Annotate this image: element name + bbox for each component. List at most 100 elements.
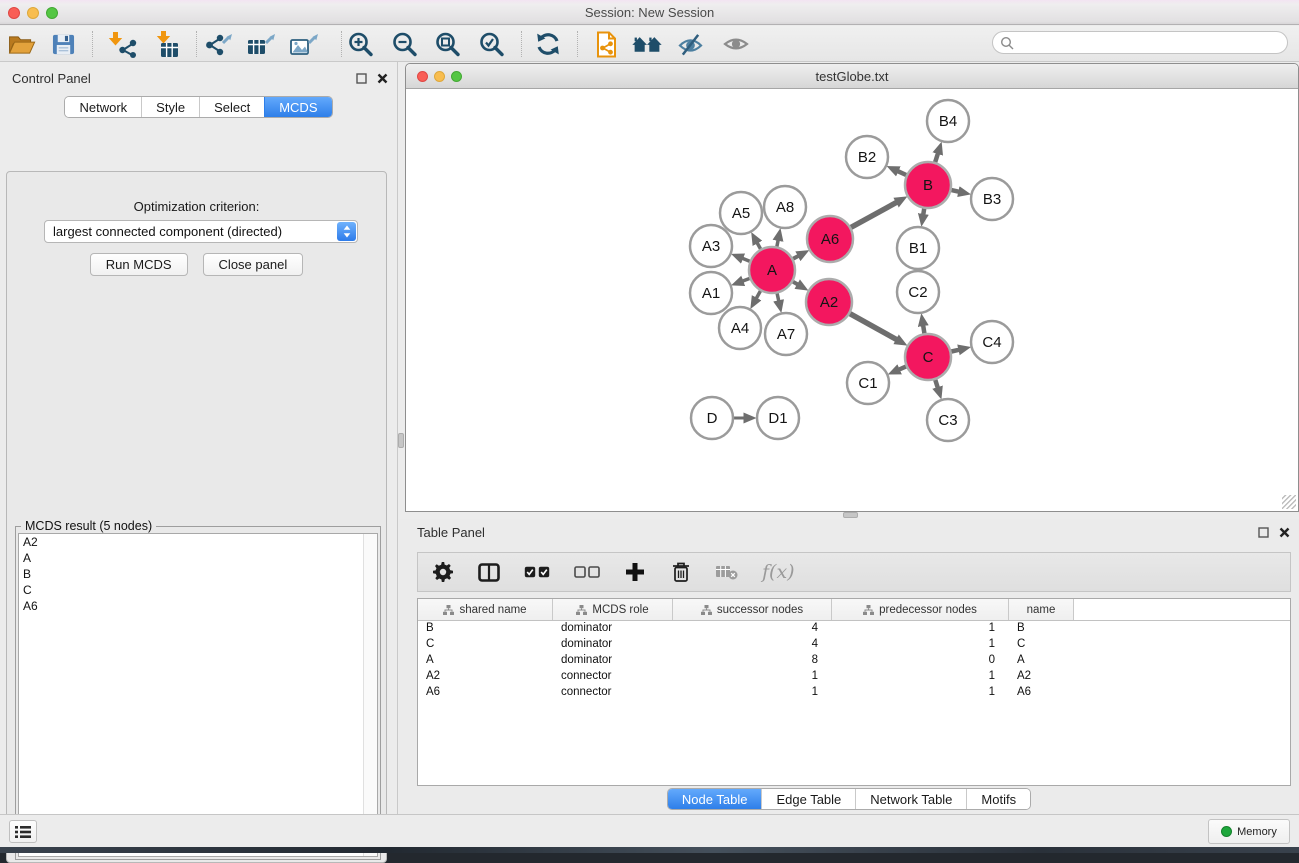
table-row[interactable]: Adominator80A (418, 653, 1290, 669)
run-mcds-button[interactable]: Run MCDS (90, 253, 188, 276)
task-history-button[interactable] (9, 820, 37, 843)
table-tab-network-table[interactable]: Network Table (855, 789, 966, 809)
graph-edge-C-C1[interactable] (899, 367, 906, 370)
graph-edge-B-B2[interactable] (898, 171, 906, 175)
graph-edge-A-A7[interactable] (777, 293, 779, 300)
mcds-result-item[interactable]: A2 (19, 534, 377, 550)
graph-edge-C-C3[interactable] (935, 380, 937, 388)
horizontal-splitter-grip[interactable] (843, 512, 858, 518)
graph-edge-A-A2[interactable] (793, 282, 798, 285)
graph-edge-B-B1[interactable] (923, 209, 924, 215)
graph-edge-B-B4[interactable] (935, 154, 938, 163)
column-header-successor-nodes[interactable]: successor nodes (673, 599, 832, 620)
hide-selected-button[interactable] (672, 28, 708, 60)
graph-edge-A-A3[interactable] (743, 258, 750, 261)
graph-edge-A2-C[interactable] (850, 314, 897, 340)
table-cell: dominator (553, 621, 673, 637)
show-all-button[interactable] (718, 28, 754, 60)
toolbar-separator (92, 31, 93, 57)
open-session-button[interactable] (4, 28, 40, 60)
column-header-MCDS-role[interactable]: MCDS role (553, 599, 673, 620)
export-image-button[interactable] (286, 28, 322, 60)
table-row[interactable]: A2connector11A2 (418, 669, 1290, 685)
delete-table-button[interactable] (716, 564, 738, 580)
graph-node-label-C1: C1 (858, 375, 877, 392)
table-row[interactable]: A6connector11A6 (418, 685, 1290, 701)
create-new-column-button[interactable] (624, 563, 646, 581)
table-tab-node-table[interactable]: Node Table (668, 789, 762, 809)
table-cell: connector (553, 669, 673, 685)
mcds-result-list[interactable]: A2ABCA6 (18, 533, 378, 857)
close-panel-icon[interactable] (376, 72, 389, 85)
vertical-splitter-grip[interactable] (398, 433, 404, 448)
control-tab-network[interactable]: Network (65, 97, 141, 117)
table-tab-edge-table[interactable]: Edge Table (761, 789, 855, 809)
graph-edge-A-A4[interactable] (756, 291, 760, 298)
table-options-button[interactable] (432, 562, 454, 582)
import-table-button[interactable] (148, 28, 184, 60)
column-header-predecessor-nodes[interactable]: predecessor nodes (832, 599, 1009, 620)
refresh-view-button[interactable] (530, 28, 566, 60)
first-neighbors-button[interactable] (629, 28, 665, 60)
import-network-button[interactable] (103, 28, 139, 60)
mcds-result-item[interactable]: A6 (19, 598, 377, 614)
control-tab-style[interactable]: Style (141, 97, 199, 117)
window-resize-grip[interactable] (1282, 495, 1296, 509)
control-tab-select[interactable]: Select (199, 97, 264, 117)
criterion-dropdown-value: largest connected component (directed) (53, 224, 282, 239)
show-column-button[interactable] (478, 563, 500, 582)
criterion-dropdown[interactable]: largest connected component (directed) (44, 220, 358, 243)
column-header-shared-name[interactable]: shared name (418, 599, 553, 620)
close-table-panel-icon[interactable] (1278, 526, 1291, 539)
graph-edge-A6-B[interactable] (851, 202, 897, 227)
graph-edge-A-A6[interactable] (793, 256, 798, 259)
memory-button[interactable]: Memory (1208, 819, 1290, 844)
table-cell: C (418, 637, 553, 653)
graph-node-label-C4: C4 (982, 334, 1001, 351)
search-input[interactable] (1018, 34, 1287, 51)
function-builder-button[interactable]: f(x) (762, 561, 795, 583)
export-network-button[interactable] (201, 28, 237, 60)
graph-node-label-A1: A1 (702, 285, 720, 302)
zoom-selected-button[interactable] (474, 28, 510, 60)
fx-icon: f(x) (762, 561, 795, 583)
open-folder-icon (7, 33, 37, 56)
graph-edge-C-C4[interactable] (951, 350, 959, 352)
export-table-button[interactable] (243, 28, 279, 60)
graph-edge-A-A1[interactable] (743, 279, 750, 282)
trash-icon (672, 562, 690, 582)
float-table-panel-icon[interactable] (1257, 526, 1270, 539)
network-canvas[interactable]: B4B2BB3A8A5A6A3B1AA1C2A2A4A7C4CC1C3DD1 (407, 89, 1297, 510)
column-header-name[interactable]: name (1009, 599, 1074, 620)
mcds-result-item[interactable]: C (19, 582, 377, 598)
save-session-button[interactable] (45, 28, 81, 60)
houses-icon (630, 33, 664, 55)
close-panel-button[interactable]: Close panel (203, 253, 304, 276)
table-row[interactable]: Bdominator41B (418, 621, 1290, 637)
graph-edge-B-B3[interactable] (951, 190, 958, 192)
mcds-result-item[interactable]: B (19, 566, 377, 582)
table-cell: connector (553, 685, 673, 701)
search-box[interactable] (992, 31, 1288, 54)
select-all-rows-button[interactable] (524, 566, 550, 578)
zoom-in-button[interactable] (343, 28, 379, 60)
graph-edge-A-A8[interactable] (777, 240, 778, 246)
table-row[interactable]: Cdominator41C (418, 637, 1290, 653)
deselect-all-rows-button[interactable] (574, 566, 600, 578)
graph-node-label-D: D (707, 410, 718, 427)
mcds-tab-content: Optimization criterion: largest connecte… (6, 171, 387, 863)
control-tab-mcds[interactable]: MCDS (264, 97, 331, 117)
graph-node-label-B3: B3 (983, 191, 1001, 208)
result-list-scrollbar[interactable] (363, 534, 377, 856)
float-panel-icon[interactable] (355, 72, 368, 85)
table-tab-motifs[interactable]: Motifs (966, 789, 1030, 809)
network-window-titlebar[interactable]: testGlobe.txt (406, 64, 1298, 89)
graph-edge-A-A5[interactable] (757, 243, 760, 249)
graph-edge-C-C2[interactable] (923, 326, 924, 334)
new-network-from-selection-button[interactable] (589, 28, 625, 60)
unchecked-boxes-icon (574, 566, 600, 578)
mcds-result-item[interactable]: A (19, 550, 377, 566)
delete-columns-button[interactable] (670, 562, 692, 582)
zoom-out-button[interactable] (387, 28, 423, 60)
zoom-fit-button[interactable] (430, 28, 466, 60)
